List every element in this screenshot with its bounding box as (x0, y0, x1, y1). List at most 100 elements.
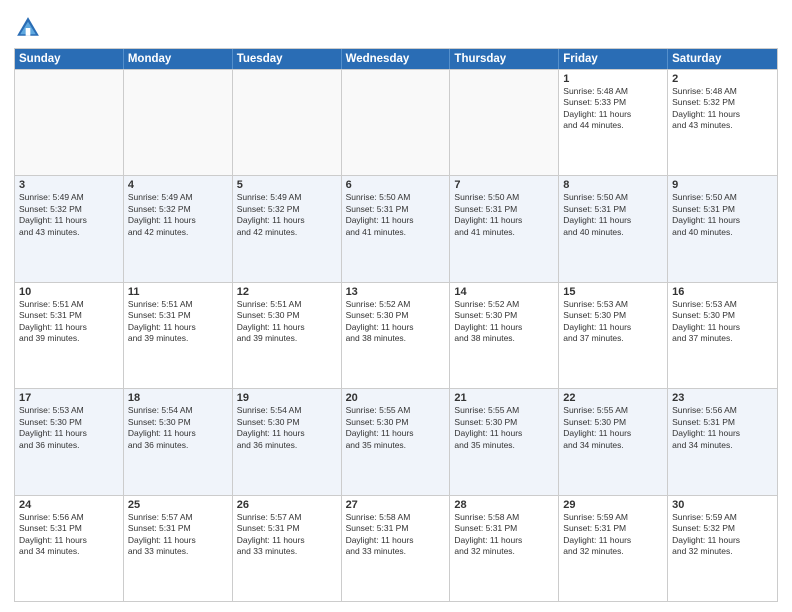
cal-cell-5-6: 29Sunrise: 5:59 AM Sunset: 5:31 PM Dayli… (559, 496, 668, 601)
cal-cell-1-1 (15, 70, 124, 175)
day-number: 3 (19, 179, 119, 191)
logo-icon (14, 14, 42, 42)
cell-info: Sunrise: 5:50 AM Sunset: 5:31 PM Dayligh… (563, 192, 663, 238)
cal-cell-5-4: 27Sunrise: 5:58 AM Sunset: 5:31 PM Dayli… (342, 496, 451, 601)
cal-cell-2-3: 5Sunrise: 5:49 AM Sunset: 5:32 PM Daylig… (233, 176, 342, 281)
cell-info: Sunrise: 5:59 AM Sunset: 5:32 PM Dayligh… (672, 512, 773, 558)
day-number: 9 (672, 179, 773, 191)
cal-cell-4-2: 18Sunrise: 5:54 AM Sunset: 5:30 PM Dayli… (124, 389, 233, 494)
cal-cell-5-1: 24Sunrise: 5:56 AM Sunset: 5:31 PM Dayli… (15, 496, 124, 601)
cell-info: Sunrise: 5:53 AM Sunset: 5:30 PM Dayligh… (563, 299, 663, 345)
cal-cell-2-5: 7Sunrise: 5:50 AM Sunset: 5:31 PM Daylig… (450, 176, 559, 281)
cal-cell-2-7: 9Sunrise: 5:50 AM Sunset: 5:31 PM Daylig… (668, 176, 777, 281)
day-number: 21 (454, 392, 554, 404)
cal-cell-4-5: 21Sunrise: 5:55 AM Sunset: 5:30 PM Dayli… (450, 389, 559, 494)
day-number: 17 (19, 392, 119, 404)
day-number: 6 (346, 179, 446, 191)
cal-cell-3-1: 10Sunrise: 5:51 AM Sunset: 5:31 PM Dayli… (15, 283, 124, 388)
cal-cell-4-1: 17Sunrise: 5:53 AM Sunset: 5:30 PM Dayli… (15, 389, 124, 494)
cal-cell-4-3: 19Sunrise: 5:54 AM Sunset: 5:30 PM Dayli… (233, 389, 342, 494)
day-number: 12 (237, 286, 337, 298)
cal-week-5: 24Sunrise: 5:56 AM Sunset: 5:31 PM Dayli… (15, 495, 777, 601)
cell-info: Sunrise: 5:48 AM Sunset: 5:32 PM Dayligh… (672, 86, 773, 132)
cell-info: Sunrise: 5:53 AM Sunset: 5:30 PM Dayligh… (672, 299, 773, 345)
cal-cell-1-3 (233, 70, 342, 175)
cell-info: Sunrise: 5:58 AM Sunset: 5:31 PM Dayligh… (454, 512, 554, 558)
cell-info: Sunrise: 5:53 AM Sunset: 5:30 PM Dayligh… (19, 405, 119, 451)
cal-header-monday: Monday (124, 49, 233, 69)
day-number: 13 (346, 286, 446, 298)
day-number: 23 (672, 392, 773, 404)
cell-info: Sunrise: 5:49 AM Sunset: 5:32 PM Dayligh… (237, 192, 337, 238)
cal-header-sunday: Sunday (15, 49, 124, 69)
cal-cell-1-7: 2Sunrise: 5:48 AM Sunset: 5:32 PM Daylig… (668, 70, 777, 175)
day-number: 18 (128, 392, 228, 404)
day-number: 28 (454, 499, 554, 511)
cell-info: Sunrise: 5:51 AM Sunset: 5:31 PM Dayligh… (128, 299, 228, 345)
day-number: 16 (672, 286, 773, 298)
day-number: 26 (237, 499, 337, 511)
day-number: 30 (672, 499, 773, 511)
cal-cell-1-4 (342, 70, 451, 175)
day-number: 27 (346, 499, 446, 511)
cell-info: Sunrise: 5:50 AM Sunset: 5:31 PM Dayligh… (346, 192, 446, 238)
cal-cell-3-6: 15Sunrise: 5:53 AM Sunset: 5:30 PM Dayli… (559, 283, 668, 388)
cell-info: Sunrise: 5:57 AM Sunset: 5:31 PM Dayligh… (237, 512, 337, 558)
cell-info: Sunrise: 5:49 AM Sunset: 5:32 PM Dayligh… (19, 192, 119, 238)
cell-info: Sunrise: 5:49 AM Sunset: 5:32 PM Dayligh… (128, 192, 228, 238)
cell-info: Sunrise: 5:55 AM Sunset: 5:30 PM Dayligh… (454, 405, 554, 451)
cal-week-2: 3Sunrise: 5:49 AM Sunset: 5:32 PM Daylig… (15, 175, 777, 281)
cal-week-3: 10Sunrise: 5:51 AM Sunset: 5:31 PM Dayli… (15, 282, 777, 388)
cal-cell-1-5 (450, 70, 559, 175)
day-number: 22 (563, 392, 663, 404)
day-number: 29 (563, 499, 663, 511)
day-number: 2 (672, 73, 773, 85)
cell-info: Sunrise: 5:55 AM Sunset: 5:30 PM Dayligh… (563, 405, 663, 451)
day-number: 24 (19, 499, 119, 511)
calendar: SundayMondayTuesdayWednesdayThursdayFrid… (14, 48, 778, 602)
cal-cell-3-7: 16Sunrise: 5:53 AM Sunset: 5:30 PM Dayli… (668, 283, 777, 388)
cell-info: Sunrise: 5:56 AM Sunset: 5:31 PM Dayligh… (19, 512, 119, 558)
cal-cell-5-2: 25Sunrise: 5:57 AM Sunset: 5:31 PM Dayli… (124, 496, 233, 601)
cal-cell-2-1: 3Sunrise: 5:49 AM Sunset: 5:32 PM Daylig… (15, 176, 124, 281)
cal-cell-3-3: 12Sunrise: 5:51 AM Sunset: 5:30 PM Dayli… (233, 283, 342, 388)
cal-cell-2-6: 8Sunrise: 5:50 AM Sunset: 5:31 PM Daylig… (559, 176, 668, 281)
cell-info: Sunrise: 5:56 AM Sunset: 5:31 PM Dayligh… (672, 405, 773, 451)
cal-week-4: 17Sunrise: 5:53 AM Sunset: 5:30 PM Dayli… (15, 388, 777, 494)
cal-week-1: 1Sunrise: 5:48 AM Sunset: 5:33 PM Daylig… (15, 69, 777, 175)
day-number: 11 (128, 286, 228, 298)
day-number: 14 (454, 286, 554, 298)
cell-info: Sunrise: 5:59 AM Sunset: 5:31 PM Dayligh… (563, 512, 663, 558)
cell-info: Sunrise: 5:55 AM Sunset: 5:30 PM Dayligh… (346, 405, 446, 451)
cal-header-wednesday: Wednesday (342, 49, 451, 69)
day-number: 8 (563, 179, 663, 191)
cal-cell-1-2 (124, 70, 233, 175)
cell-info: Sunrise: 5:54 AM Sunset: 5:30 PM Dayligh… (128, 405, 228, 451)
day-number: 25 (128, 499, 228, 511)
page: SundayMondayTuesdayWednesdayThursdayFrid… (0, 0, 792, 612)
cal-cell-2-4: 6Sunrise: 5:50 AM Sunset: 5:31 PM Daylig… (342, 176, 451, 281)
day-number: 4 (128, 179, 228, 191)
calendar-header-row: SundayMondayTuesdayWednesdayThursdayFrid… (15, 49, 777, 69)
day-number: 15 (563, 286, 663, 298)
day-number: 20 (346, 392, 446, 404)
cell-info: Sunrise: 5:50 AM Sunset: 5:31 PM Dayligh… (454, 192, 554, 238)
cal-header-thursday: Thursday (450, 49, 559, 69)
cal-header-friday: Friday (559, 49, 668, 69)
day-number: 7 (454, 179, 554, 191)
cal-cell-4-7: 23Sunrise: 5:56 AM Sunset: 5:31 PM Dayli… (668, 389, 777, 494)
cal-cell-5-3: 26Sunrise: 5:57 AM Sunset: 5:31 PM Dayli… (233, 496, 342, 601)
cell-info: Sunrise: 5:48 AM Sunset: 5:33 PM Dayligh… (563, 86, 663, 132)
cal-cell-3-5: 14Sunrise: 5:52 AM Sunset: 5:30 PM Dayli… (450, 283, 559, 388)
day-number: 10 (19, 286, 119, 298)
cal-cell-5-5: 28Sunrise: 5:58 AM Sunset: 5:31 PM Dayli… (450, 496, 559, 601)
cal-cell-1-6: 1Sunrise: 5:48 AM Sunset: 5:33 PM Daylig… (559, 70, 668, 175)
cell-info: Sunrise: 5:58 AM Sunset: 5:31 PM Dayligh… (346, 512, 446, 558)
cal-cell-4-4: 20Sunrise: 5:55 AM Sunset: 5:30 PM Dayli… (342, 389, 451, 494)
cell-info: Sunrise: 5:50 AM Sunset: 5:31 PM Dayligh… (672, 192, 773, 238)
day-number: 1 (563, 73, 663, 85)
cal-header-tuesday: Tuesday (233, 49, 342, 69)
day-number: 19 (237, 392, 337, 404)
cell-info: Sunrise: 5:51 AM Sunset: 5:31 PM Dayligh… (19, 299, 119, 345)
cal-cell-3-4: 13Sunrise: 5:52 AM Sunset: 5:30 PM Dayli… (342, 283, 451, 388)
